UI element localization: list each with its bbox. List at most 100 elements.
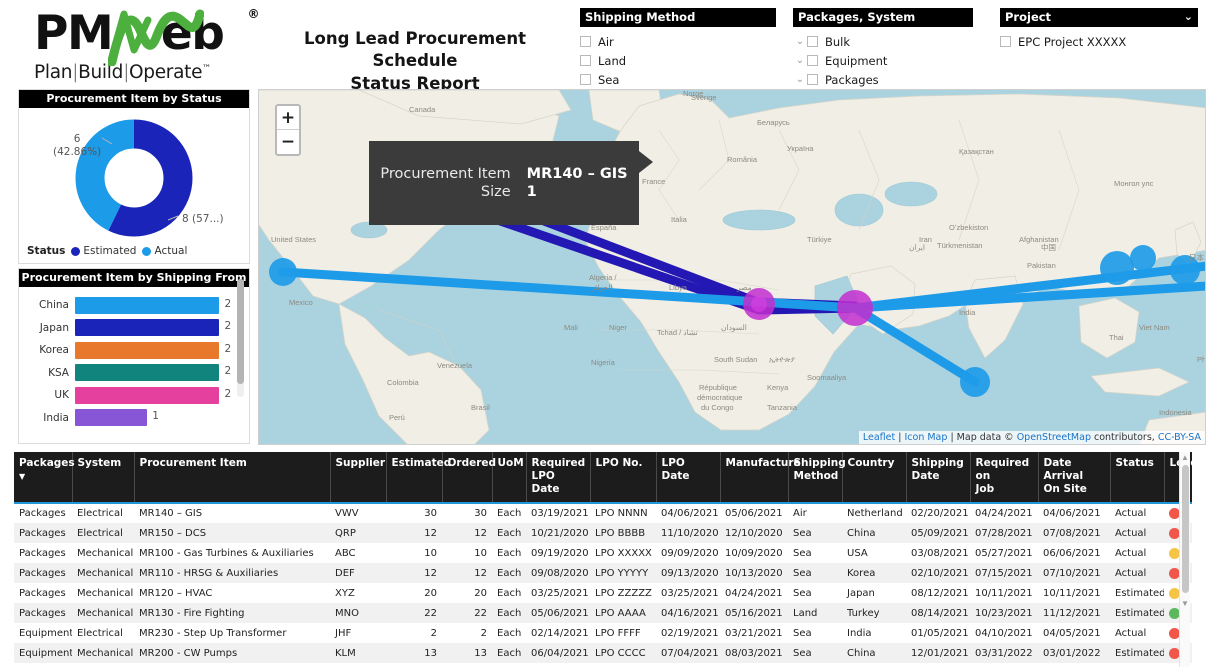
donut-legend: Status Estimated Actual [19, 242, 249, 257]
bar-fill-china[interactable] [75, 297, 219, 314]
donut-label-estimated: 8 (57...) [182, 213, 224, 226]
shipment-route-map[interactable]: United StatesCanadaSverigeFranceEspañaIt… [258, 89, 1206, 445]
slicer-item-packages[interactable]: ⌄ Packages [793, 70, 973, 89]
chevron-down-icon-packages[interactable]: ⌄ [793, 75, 807, 85]
bar-chart-scroll-thumb[interactable] [237, 279, 244, 384]
procurement-schedule-table-container[interactable]: Packages▼SystemProcurement ItemSupplierE… [14, 452, 1192, 667]
bar-chart-scrollbar[interactable] [237, 279, 244, 397]
table-header-ordered[interactable]: Ordered [442, 452, 492, 503]
table-row[interactable]: PackagesMechanicalMR120 – HVACXYZ2020Eac… [14, 583, 1192, 603]
slicer-item-land[interactable]: Land [580, 51, 776, 70]
bar-label-uk: UK [23, 389, 75, 401]
table-header-packages[interactable]: Packages▼ [14, 452, 72, 503]
table-header-supplier[interactable]: Supplier [330, 452, 386, 503]
cell-lpo_no: LPO CCCC [590, 643, 656, 663]
cell-status: Actual [1110, 523, 1164, 543]
map-attribution: Leaflet | Icon Map | Map data © OpenStre… [859, 431, 1205, 444]
table-header-manufacture[interactable]: Manufacture [720, 452, 788, 503]
cell-ship_date: 02/10/2021 [906, 563, 970, 583]
table-header-estimated[interactable]: Estimated [386, 452, 442, 503]
checkbox-sea[interactable] [580, 74, 591, 85]
logo-text-pm: PM [34, 6, 112, 61]
cell-country: Korea [842, 563, 906, 583]
bar-fill-uk[interactable] [75, 387, 219, 404]
table-header-lpo_no[interactable]: LPO No. [590, 452, 656, 503]
cell-uom: Each [492, 563, 526, 583]
slicer-label-bulk: Bulk [825, 35, 850, 49]
slicer-item-epc-project[interactable]: EPC Project XXXXX [1000, 32, 1198, 51]
slicer-item-bulk[interactable]: ⌄ Bulk [793, 32, 973, 51]
table-row[interactable]: PackagesMechanicalMR100 - Gas Turbines &… [14, 543, 1192, 563]
sort-descending-icon[interactable]: ▼ [19, 472, 67, 482]
bar-row-china[interactable]: China2 [23, 295, 243, 315]
table-row[interactable]: PackagesElectricalMR150 – DCSQRP1212Each… [14, 523, 1192, 543]
map-zoom-controls[interactable]: + − [275, 104, 301, 156]
checkbox-equipment[interactable] [807, 55, 818, 66]
map-label-15: Pakistan [1027, 261, 1056, 270]
slicer-item-sea[interactable]: Sea [580, 70, 776, 89]
cell-lpo_no: LPO XXXXX [590, 543, 656, 563]
bar-fill-india[interactable] [75, 409, 147, 426]
table-row[interactable]: PackagesElectricalMR140 – GISVWV3030Each… [14, 503, 1192, 523]
cell-lpo_date: 07/04/2021 [656, 643, 720, 663]
map-label-16: India [959, 308, 976, 317]
cell-req_on_job: 07/28/2021 [970, 523, 1038, 543]
table-header-uom[interactable]: UoM [492, 452, 526, 503]
donut-chart[interactable]: 6 (42.86%) 8 (57...) [19, 108, 249, 242]
bar-row-uk[interactable]: UK2 [23, 385, 243, 405]
donut-legend-item-estimated[interactable]: Estimated [71, 245, 136, 257]
donut-legend-item-actual[interactable]: Actual [142, 245, 187, 257]
slicer-label-equipment: Equipment [825, 54, 887, 68]
chevron-down-icon-equipment[interactable]: ⌄ [793, 56, 807, 66]
table-header-item[interactable]: Procurement Item [134, 452, 330, 503]
attribution-link-leaflet[interactable]: Leaflet [863, 432, 895, 443]
checkbox-bulk[interactable] [807, 36, 818, 47]
table-header-req_on_job[interactable]: Required onJob [970, 452, 1038, 503]
scroll-down-arrow-icon[interactable]: ▼ [1180, 598, 1190, 609]
table-header-status[interactable]: Status [1110, 452, 1164, 503]
table-row[interactable]: EquipmentMechanicalMR200 - CW PumpsKLM13… [14, 643, 1192, 663]
table-row[interactable]: PackagesMechanicalMR110 - HRSG & Auxilia… [14, 563, 1192, 583]
checkbox-packages[interactable] [807, 74, 818, 85]
table-scrollbar[interactable]: ▲ ▼ [1179, 452, 1190, 667]
checkbox-air[interactable] [580, 36, 591, 47]
bar-row-india[interactable]: India1 [23, 408, 243, 428]
bar-row-ksa[interactable]: KSA2 [23, 363, 243, 383]
attribution-link-osm[interactable]: OpenStreetMap [1017, 432, 1091, 443]
zoom-out-button[interactable]: − [277, 130, 299, 154]
cell-system: Mechanical [72, 543, 134, 563]
cell-supplier: KLM [330, 643, 386, 663]
table-header-lpo_date[interactable]: LPO Date [656, 452, 720, 503]
slicer-item-air[interactable]: Air [580, 32, 776, 51]
cell-system: Electrical [72, 623, 134, 643]
attribution-link-license[interactable]: CC-BY-SA [1158, 432, 1201, 443]
checkbox-epc-project[interactable] [1000, 36, 1011, 47]
map-label-18: 中国 [1041, 242, 1056, 252]
map-label-1: Canada [409, 105, 436, 114]
bar-row-korea[interactable]: Korea2 [23, 340, 243, 360]
table-row[interactable]: EquipmentElectricalMR230 - Step Up Trans… [14, 623, 1192, 643]
map-label-5: Italia [671, 215, 688, 224]
slicer-item-equipment[interactable]: ⌄ Equipment [793, 51, 973, 70]
table-header-req_lpo[interactable]: RequiredLPO Date [526, 452, 590, 503]
bar-fill-korea[interactable] [75, 342, 219, 359]
bar-fill-ksa[interactable] [75, 364, 219, 381]
bar-row-japan[interactable]: Japan2 [23, 318, 243, 338]
table-header-country[interactable]: Country [842, 452, 906, 503]
attribution-link-iconmap[interactable]: Icon Map [904, 432, 947, 443]
table-row[interactable]: PackagesMechanicalMR130 - Fire FightingM… [14, 603, 1192, 623]
table-header-ship_method[interactable]: ShippingMethod [788, 452, 842, 503]
zoom-in-button[interactable]: + [277, 106, 299, 130]
checkbox-land[interactable] [580, 55, 591, 66]
table-header-ship_date[interactable]: ShippingDate [906, 452, 970, 503]
map-label-12: Türkmenistan [937, 241, 982, 250]
bar-fill-japan[interactable] [75, 319, 219, 336]
cell-ship_date: 01/05/2021 [906, 623, 970, 643]
table-header-arrival[interactable]: Date ArrivalOn Site [1038, 452, 1110, 503]
table-header-system[interactable]: System [72, 452, 134, 503]
chevron-down-icon-project[interactable]: ⌄ [1184, 10, 1193, 23]
table-scroll-thumb[interactable] [1182, 465, 1189, 593]
slicer-label-sea: Sea [598, 73, 619, 87]
chevron-down-icon-bulk[interactable]: ⌄ [793, 37, 807, 47]
scroll-up-arrow-icon[interactable]: ▲ [1180, 452, 1190, 463]
